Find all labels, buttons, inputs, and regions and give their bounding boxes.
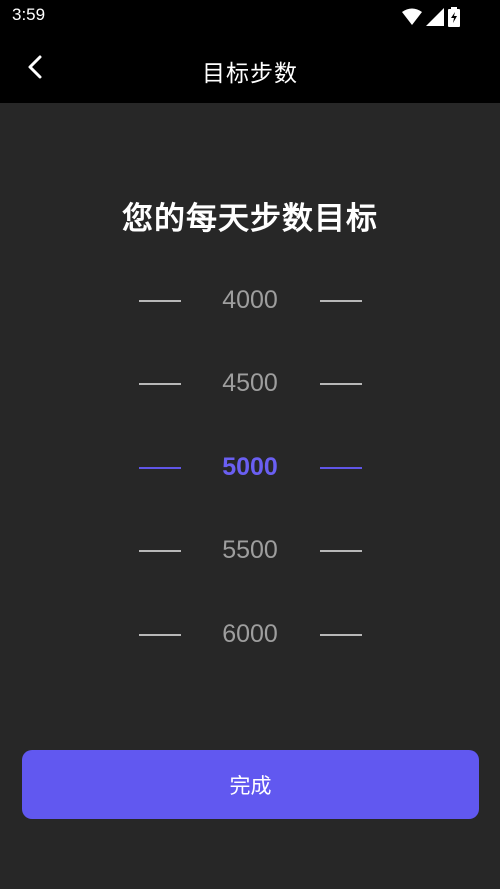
picker-item-value: 5000 [222,453,278,481]
picker-left-line [139,467,181,469]
picker-item-value: 6000 [222,620,278,648]
picker-right-line [320,634,362,636]
signal-icon [426,8,444,30]
picker-item-value: 4000 [222,286,278,314]
picker-left-line [139,383,181,385]
wifi-icon [402,8,422,30]
done-button-label: 完成 [229,773,272,798]
picker-right-line [320,300,362,302]
status-time: 3:59 [12,5,46,24]
battery-icon [448,7,460,31]
status-bar: 3:59 [0,0,500,34]
picker-item[interactable]: 4000 [0,260,500,343]
picker-left-line [139,300,181,302]
picker-item-value: 5500 [222,536,278,564]
picker-item[interactable]: 5500 [0,510,500,593]
picker-right-line [320,550,362,552]
done-button[interactable]: 完成 [22,750,479,819]
picker-item[interactable]: 6000 [0,594,500,677]
goal-heading: 您的每天步数目标 [122,201,378,237]
picker-item-value: 4500 [222,369,278,397]
status-icons [402,7,460,31]
picker-item-selected[interactable]: 5000 [0,427,500,510]
picker-item[interactable]: 4500 [0,343,500,426]
picker-right-line [320,383,362,385]
picker-right-line [320,467,362,469]
app-bar: 目标步数 [0,34,500,103]
page-title: 目标步数 [202,61,298,87]
picker-left-line [139,634,181,636]
picker-left-line [139,550,181,552]
